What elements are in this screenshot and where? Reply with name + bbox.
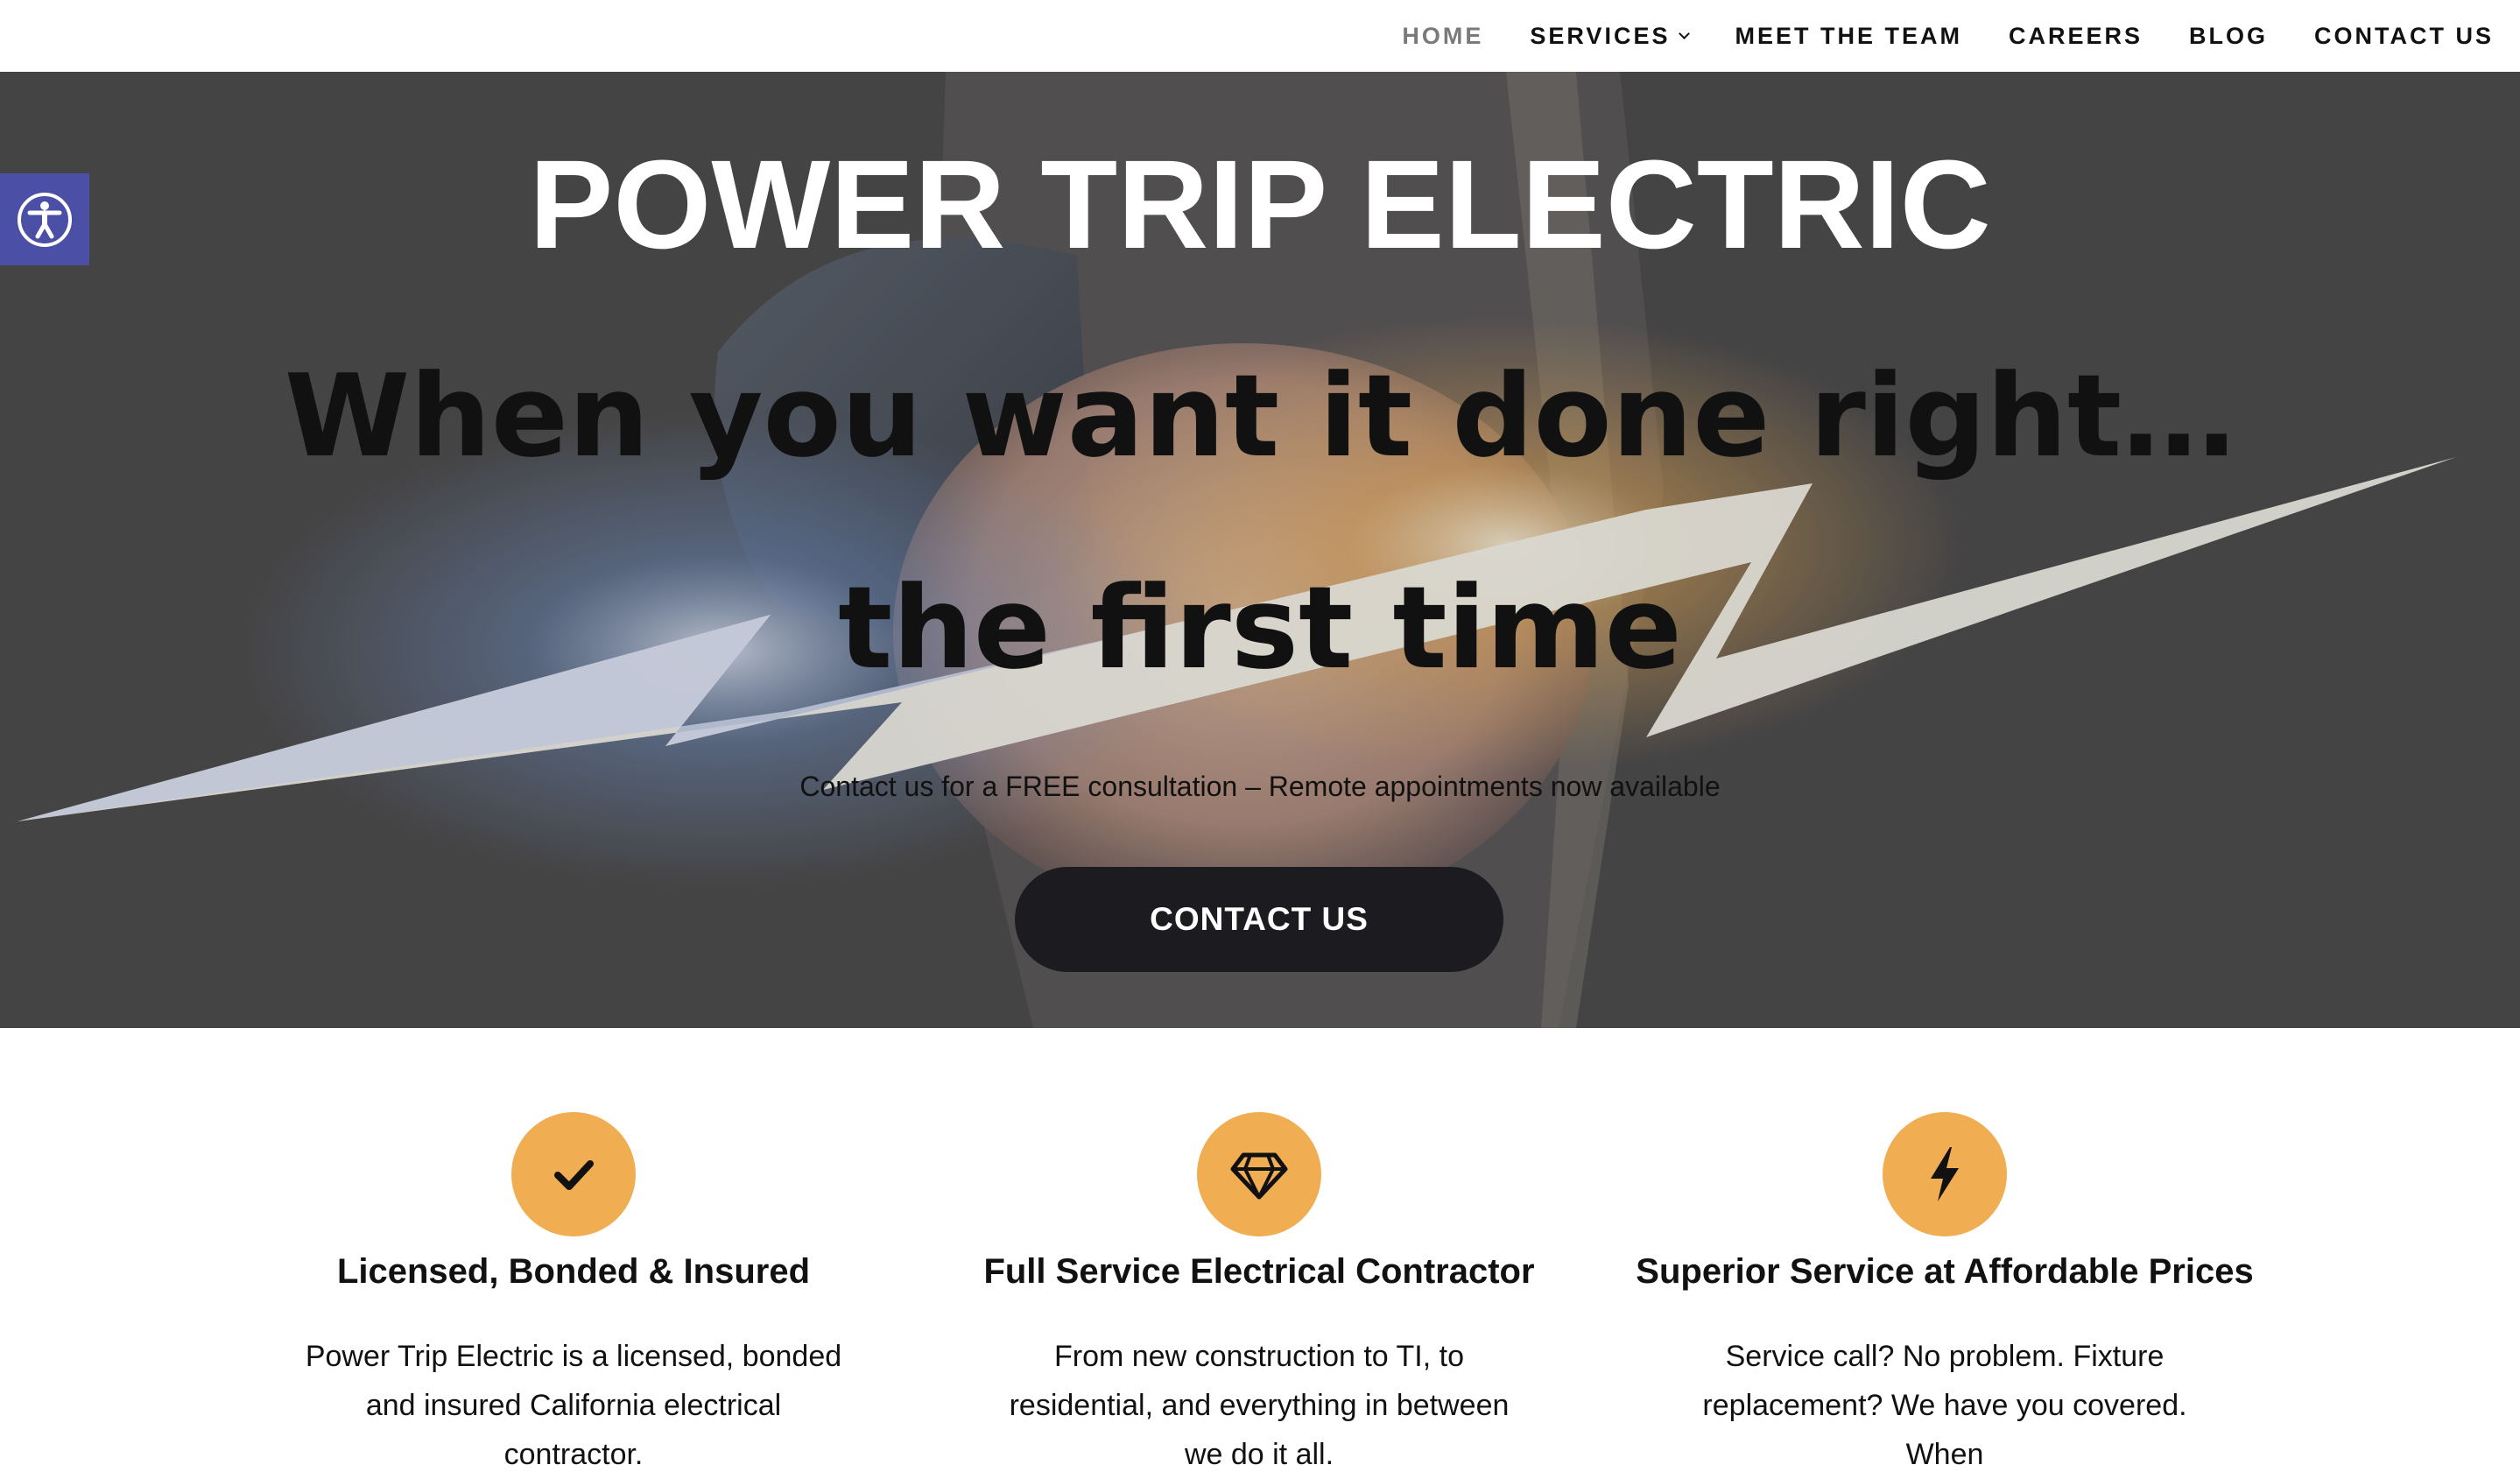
feature-icon-circle	[511, 1112, 636, 1236]
nav-item-home[interactable]: HOME	[1402, 23, 1483, 50]
hero-section: POWER TRIP ELECTRIC When you want it don…	[0, 72, 2520, 1028]
feature-full-service: Full Service Electrical Contractor From …	[909, 1112, 1609, 1479]
lightning-bolt-icon	[1931, 1147, 1959, 1201]
hero-title: POWER TRIP ELECTRIC	[529, 134, 1991, 275]
nav-item-services-label: SERVICES	[1530, 22, 1671, 49]
chevron-down-icon	[1679, 27, 1691, 39]
feature-icon-circle	[1883, 1112, 2007, 1236]
feature-description: From new construction to TI, to resident…	[1009, 1340, 1510, 1471]
contact-us-button[interactable]: CONTACT US	[1015, 867, 1503, 972]
feature-title: Full Service Electrical Contractor	[983, 1252, 1535, 1291]
nav-item-services[interactable]: SERVICES	[1530, 22, 1691, 50]
accessibility-toolbar-button[interactable]	[0, 173, 89, 265]
feature-title: Licensed, Bonded & Insured	[336, 1252, 811, 1291]
nav-item-blog[interactable]: BLOG	[2189, 23, 2268, 50]
nav-item-meet-the-team[interactable]: MEET THE TEAM	[1735, 23, 1962, 50]
checkmark-icon	[554, 1160, 594, 1190]
accessibility-icon	[18, 192, 72, 247]
feature-description: Service call? No problem. Fixture replac…	[1702, 1340, 2187, 1471]
hero-tagline-line-2: the first time	[838, 561, 1682, 694]
nav-item-contact-us[interactable]: CONTACT US	[2314, 23, 2494, 50]
hero-tagline-line-1: When you want it done right…	[284, 349, 2236, 482]
feature-icon-circle	[1197, 1112, 1321, 1236]
feature-licensed: Licensed, Bonded & Insured Power Trip El…	[223, 1112, 924, 1479]
nav-item-careers[interactable]: CAREERS	[2009, 23, 2143, 50]
feature-description: Power Trip Electric is a licensed, bonde…	[305, 1340, 842, 1471]
feature-superior-service: Superior Service at Affordable Prices Se…	[1594, 1112, 2295, 1479]
feature-title: Superior Service at Affordable Prices	[1636, 1252, 2254, 1291]
main-nav: HOME SERVICES MEET THE TEAM CAREERS BLOG…	[0, 0, 2520, 72]
diamond-icon	[1230, 1152, 1288, 1200]
hero-description: Contact us for a FREE consultation – Rem…	[799, 771, 1721, 802]
